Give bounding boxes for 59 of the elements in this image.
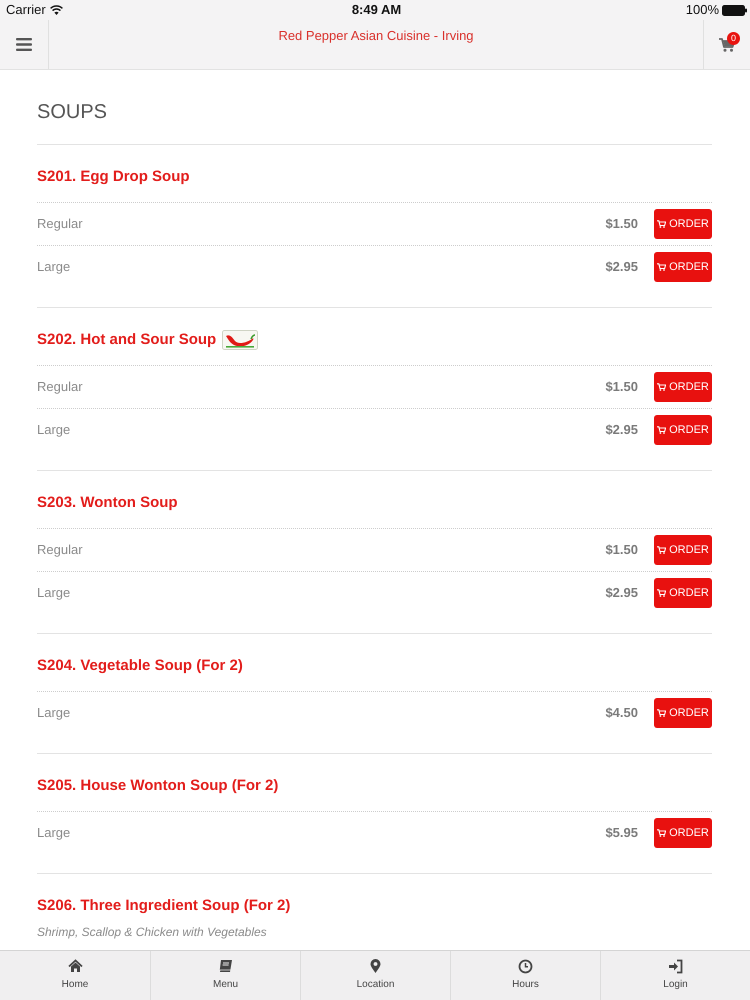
book-icon [218,959,233,974]
cart-icon [657,426,666,434]
tab-button[interactable]: Menu [150,951,300,1000]
cart-icon [657,589,666,597]
cart-icon [657,220,666,228]
size-label: Large [37,421,72,440]
price-label: $2.95 [605,584,638,602]
size-label: Regular [37,541,84,560]
section-heading: SOUPS [37,100,108,124]
price-label: $1.50 [605,215,638,234]
restaurant-title: Red Pepper Asian Cuisine - Irving [277,27,475,45]
order-button[interactable]: ORDER [654,818,712,848]
tab-button[interactable]: Hours [450,951,600,1000]
price-label: $2.95 [605,421,638,440]
cart-button[interactable]: 0 [703,20,750,69]
price-label: $5.95 [605,824,638,842]
time-label: 8:49 AM [352,1,402,20]
order-button[interactable]: ORDER [654,252,712,282]
price-label: $1.50 [605,541,638,560]
item-name: S205. House Wonton Soup (For 2) [37,776,278,796]
cart-icon [657,263,666,271]
battery-label: 100% [686,1,719,20]
size-label: Large [37,824,72,842]
size-label: Large [37,584,72,602]
item-name: S204. Vegetable Soup (For 2) [37,656,243,676]
order-button[interactable]: ORDER [654,698,712,728]
item-name: S203. Wonton Soup [37,493,178,513]
order-button[interactable]: ORDER [654,209,712,239]
item-description: Shrimp, Scallop & Chicken with Vegetables [37,924,268,941]
carrier-label: Carrier [6,1,46,20]
order-button[interactable]: ORDER [654,372,712,402]
item-name: S202. Hot and Sour Soup [37,330,216,350]
order-button[interactable]: ORDER [654,415,712,445]
item-name: S201. Egg Drop Soup [37,167,190,187]
cart-count-badge: 0 [727,32,740,45]
size-label: Regular [37,215,84,234]
cart-icon [657,829,666,837]
size-label: Large [37,704,72,722]
tab-button[interactable]: Home [0,951,150,1000]
menu-icon [16,38,32,51]
wifi-icon [50,5,63,15]
clock-icon [518,959,533,974]
size-label: Large [37,258,72,276]
battery-icon [722,4,747,16]
location-pin-icon [368,959,383,974]
price-label: $1.50 [605,378,638,396]
price-label: $2.95 [605,258,638,276]
sign-in-icon [668,959,683,974]
price-label: $4.50 [605,704,638,722]
home-icon [68,959,82,974]
tab-button[interactable]: Login [600,951,750,1000]
cart-icon [657,709,666,717]
cart-icon [657,383,666,391]
cart-icon [657,546,666,554]
tab-button[interactable]: Location [300,951,450,1000]
size-label: Regular [37,378,84,396]
item-name: S206. Three Ingredient Soup (For 2) [37,896,290,916]
order-button[interactable]: ORDER [654,535,712,565]
order-button[interactable]: ORDER [654,578,712,608]
